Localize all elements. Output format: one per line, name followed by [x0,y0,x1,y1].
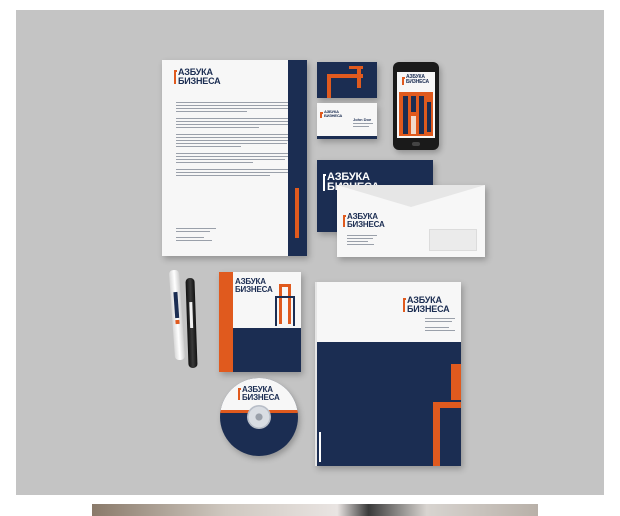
notepad: АЗБУКА БИЗНЕСА [219,272,301,372]
folder-logo: АЗБУКА БИЗНЕСА [403,296,450,313]
cd-disc: АЗБУКА БИЗНЕСА [220,378,298,456]
envelope-front: АЗБУКА БИЗНЕСА [337,185,485,257]
presentation-folder: АЗБУКА БИЗНЕСА [315,282,461,466]
cd-logo: АЗБУКА БИЗНЕСА [238,386,280,401]
letterhead: АЗБУКА БИЗНЕСА [162,60,307,256]
business-card-front: АЗБУКА БИЗНЕСА John Doe [317,103,377,139]
business-card-back [317,62,377,98]
phone-screen-logo: АЗБУКА БИЗНЕСА [402,75,429,85]
envelope-address-window [429,229,477,251]
phone-screen: АЗБУКА БИЗНЕСА [397,72,435,138]
letterhead-accent [295,188,299,238]
stationery-mockup-scene: АЗБУКА БИЗНЕСА АЗБУКА БИЗНЕСА John Doe А… [16,10,604,495]
next-image-preview-strip [92,504,538,516]
business-card-logo: АЗБУКА БИЗНЕСА [320,110,342,119]
smartphone: АЗБУКА БИЗНЕСА [393,62,439,150]
pen-white [168,269,186,361]
business-card-name: John Doe [353,117,372,122]
notepad-logo: АЗБУКА БИЗНЕСА [230,278,273,293]
envelope-front-logo: АЗБУКА БИЗНЕСА [343,213,385,228]
letterhead-footer-text [176,228,216,243]
cd-center-hole [247,405,271,429]
letterhead-body-text [176,102,294,178]
letterhead-logo: АЗБУКА БИЗНЕСА [174,68,221,85]
pen-black [185,277,198,369]
